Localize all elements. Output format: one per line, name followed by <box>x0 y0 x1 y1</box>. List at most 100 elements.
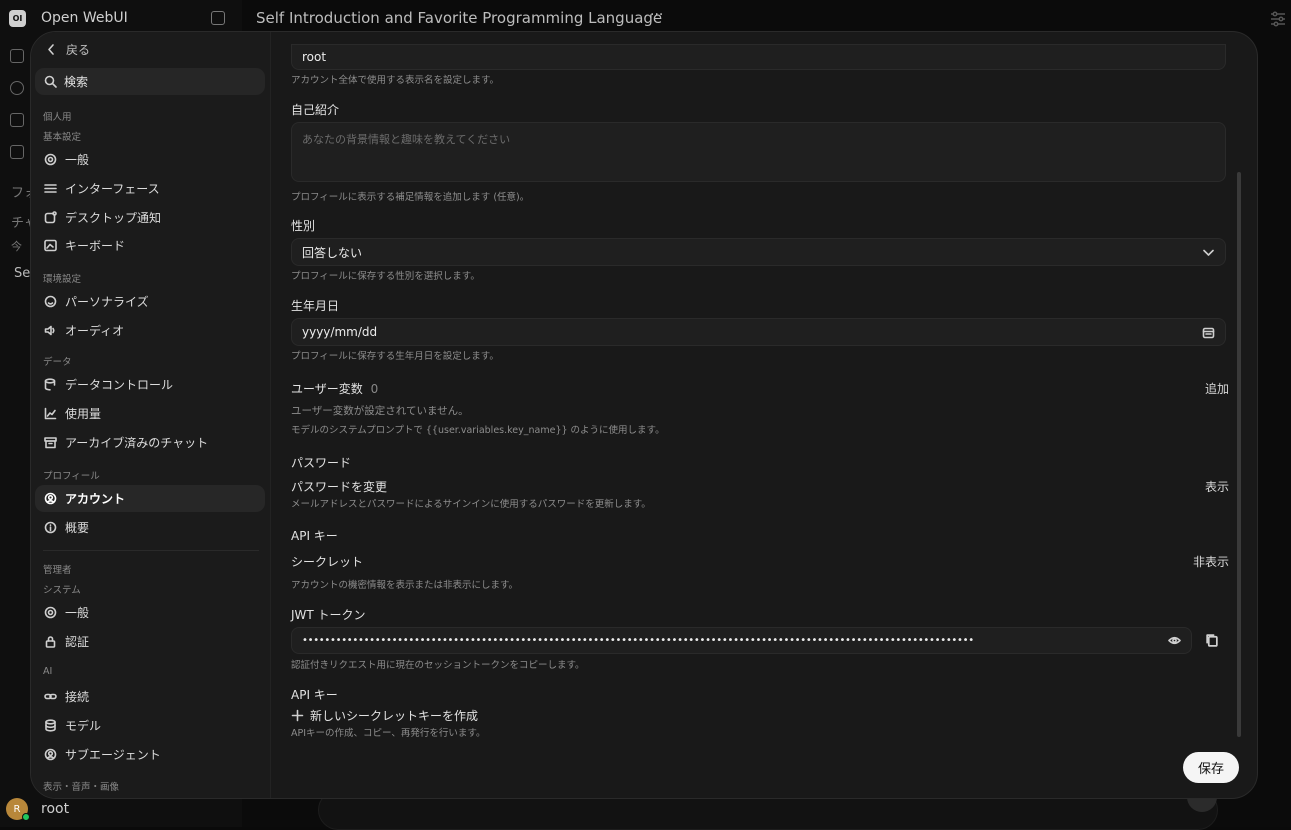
nav-item-auth[interactable]: 認証 <box>35 628 265 655</box>
nav-item-label: 一般 <box>65 604 89 621</box>
nav-item-label: 使用量 <box>65 405 101 422</box>
nav-item-label: アーカイブ済みのチャット <box>65 434 208 451</box>
notification-icon <box>44 211 57 224</box>
section-env: 環境設定 <box>43 271 81 285</box>
jwt-token-field[interactable]: ••••••••••••••••••••••••••••••••••••••••… <box>291 627 1192 654</box>
password-hint: メールアドレスとパスワードによるサインインに使用するパスワードを更新します。 <box>291 496 651 510</box>
chart-icon <box>44 407 57 420</box>
nav-item-label: インターフェース <box>65 180 160 197</box>
eye-icon[interactable] <box>1168 634 1181 647</box>
section-personal: 個人用 <box>43 109 72 123</box>
chat-title[interactable]: Self Introduction and Favorite Programmi… <box>256 9 662 27</box>
new-chat-icon[interactable] <box>10 49 24 63</box>
app-logo[interactable]: OI <box>9 10 26 27</box>
nav-item-archived[interactable]: アーカイブ済みのチャット <box>35 429 265 456</box>
nav-item-audio[interactable]: オーディオ <box>35 317 265 344</box>
copy-icon[interactable] <box>1205 633 1219 647</box>
user-vars-count: 0 <box>371 382 379 396</box>
link-icon <box>44 690 57 703</box>
user-vars-empty: ユーザー変数が設定されていません。 <box>291 403 469 418</box>
display-name-input[interactable]: root <box>291 44 1226 70</box>
section-data: データ <box>43 354 72 368</box>
settings-search-button[interactable]: 検索 <box>35 68 265 95</box>
keyboard-icon <box>44 239 57 252</box>
nav-item-label: 接続 <box>65 688 89 705</box>
scrollbar[interactable] <box>1237 172 1241 737</box>
search-label: 検索 <box>64 73 88 90</box>
workspace-icon[interactable] <box>10 145 24 159</box>
create-secret-key-label: 新しいシークレットキーを作成 <box>310 707 478 724</box>
search-icon[interactable] <box>10 81 24 95</box>
jwt-hint: 認証付きリクエスト用に現在のセッショントークンをコピーします。 <box>291 657 585 671</box>
smile-icon <box>44 295 57 308</box>
section-admin: 管理者 <box>43 562 72 576</box>
nav-item-usage[interactable]: 使用量 <box>35 400 265 427</box>
api-section-title: API キー <box>291 527 338 544</box>
nav-item-label: オーディオ <box>65 322 124 339</box>
online-status-dot <box>22 813 30 821</box>
speaker-icon <box>44 324 57 337</box>
save-button[interactable]: 保存 <box>1183 752 1239 783</box>
nav-item-sys-general[interactable]: 一般 <box>35 599 265 626</box>
nav-item-label: 概要 <box>65 519 89 536</box>
jwt-label: JWT トークン <box>291 606 366 623</box>
section-basic: 基本設定 <box>43 129 81 143</box>
create-secret-key-button[interactable]: 新しいシークレットキーを作成 <box>291 707 478 724</box>
account-settings-panel: root アカウント全体で使用する表示名を設定します。 自己紹介 あなたの背景情… <box>291 32 1231 799</box>
nav-item-label: サブエージェント <box>65 746 161 763</box>
section-system: システム <box>43 582 81 596</box>
user-vars-label: ユーザー変数 0 <box>291 380 378 397</box>
gear-icon <box>44 606 57 619</box>
sliders-icon <box>44 182 57 195</box>
gender-select[interactable]: 回答しない <box>291 238 1226 266</box>
lock-icon <box>44 635 57 648</box>
calendar-icon[interactable] <box>1202 326 1215 339</box>
user-name[interactable]: root <box>41 801 69 817</box>
add-variable-button[interactable]: 追加 <box>1205 380 1229 397</box>
info-icon <box>44 521 57 534</box>
bio-textarea[interactable]: あなたの背景情報と趣味を教えてください <box>291 122 1226 182</box>
birth-date-input[interactable]: yyyy/mm/dd <box>291 318 1226 346</box>
search-icon <box>44 75 57 88</box>
nav-item-models[interactable]: モデル <box>35 712 265 739</box>
secret-hint: アカウントの機密情報を表示または非表示にします。 <box>291 577 518 591</box>
secret-hide-button[interactable]: 非表示 <box>1193 553 1229 570</box>
nav-item-desktop-notify[interactable]: デスクトップ通知 <box>35 204 265 231</box>
bio-hint: プロフィールに表示する補足情報を追加します (任意)。 <box>291 189 529 203</box>
chat-more-icon[interactable]: ··· <box>650 7 663 23</box>
birth-hint: プロフィールに保存する生年月日を設定します。 <box>291 348 499 362</box>
chevron-left-icon <box>45 43 58 56</box>
nav-item-account[interactable]: アカウント <box>35 485 265 512</box>
nav-item-interface[interactable]: インターフェース <box>35 175 265 202</box>
password-change-label: パスワードを変更 <box>291 478 387 495</box>
user-vars-title: ユーザー変数 <box>291 382 363 396</box>
section-ai: AI <box>43 666 52 677</box>
nav-item-label: 一般 <box>65 151 89 168</box>
sidebar-chat-item[interactable]: Se <box>14 266 30 281</box>
password-section-title: パスワード <box>291 454 351 471</box>
database-icon <box>44 378 57 391</box>
nav-item-about[interactable]: 概要 <box>35 514 265 541</box>
password-show-button[interactable]: 表示 <box>1205 478 1229 495</box>
back-button[interactable]: 戻る <box>45 41 90 58</box>
gender-value: 回答しない <box>302 244 362 261</box>
nav-item-general[interactable]: 一般 <box>35 146 265 173</box>
nav-item-data-control[interactable]: データコントロール <box>35 371 265 398</box>
secret-label: シークレット <box>291 553 363 570</box>
settings-modal: 戻る 検索 個人用 基本設定 一般 インターフェース デスクトップ通知 キーボー… <box>30 31 1258 799</box>
nav-item-subagent[interactable]: サブエージェント <box>35 741 265 768</box>
notes-icon[interactable] <box>10 113 24 127</box>
nav-item-label: デスクトップ通知 <box>65 209 161 226</box>
nav-item-label: モデル <box>65 717 101 734</box>
controls-icon[interactable] <box>1269 10 1287 28</box>
nav-item-label: キーボード <box>65 237 125 254</box>
nav-item-connections[interactable]: 接続 <box>35 683 265 710</box>
sidebar-toggle-icon[interactable] <box>211 11 225 25</box>
nav-item-label: アカウント <box>65 490 125 507</box>
display-name-hint: アカウント全体で使用する表示名を設定します。 <box>291 72 499 86</box>
birth-placeholder: yyyy/mm/dd <box>302 325 377 339</box>
app-name: Open WebUI <box>41 10 128 26</box>
sidebar-today-label: 今 <box>11 238 22 254</box>
nav-item-keyboard[interactable]: キーボード <box>35 232 265 259</box>
nav-item-personalize[interactable]: パーソナライズ <box>35 288 265 315</box>
